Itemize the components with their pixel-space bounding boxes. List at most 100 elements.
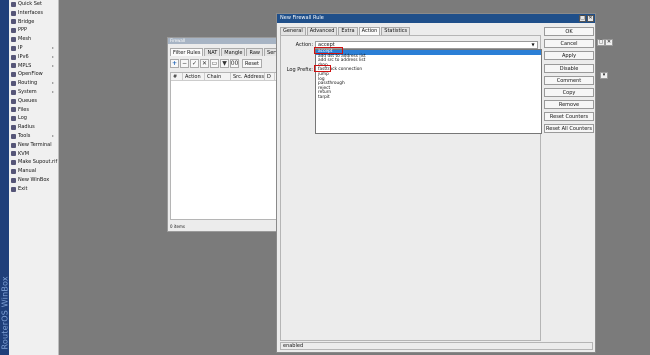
col-dst[interactable]: D [265, 73, 275, 80]
menu-item-label: Routing [18, 80, 38, 87]
menu-item-openflow[interactable]: OpenFlow [9, 70, 58, 79]
tab-action[interactable]: Action [358, 27, 381, 35]
action-option-tarpit[interactable]: tarpit [316, 95, 541, 101]
dialog-maximize-button[interactable]: □ [579, 15, 586, 22]
menu-item-mesh[interactable]: Mesh [9, 35, 58, 44]
dialog-tabs: General Advanced Extra Action Statistics [280, 27, 411, 35]
bridge-icon [11, 19, 16, 25]
col-chain[interactable]: Chain [205, 73, 231, 80]
remove-button[interactable]: Remove [544, 100, 594, 109]
highlight-drop-box [314, 65, 331, 72]
tab-raw[interactable]: Raw [246, 48, 264, 56]
disable-button[interactable]: Disable [544, 64, 594, 73]
menu-item-label: Manual [18, 168, 37, 175]
tab-nat[interactable]: NAT [204, 48, 221, 56]
reset-counters-button[interactable]: Reset [242, 58, 262, 68]
filter-button[interactable]: ▼ [220, 58, 229, 68]
menu-item-new-winbox[interactable]: New WinBox [9, 176, 58, 185]
menu-item-ipv6[interactable]: IPv6 ▸ [9, 53, 58, 62]
chevron-right-icon: ▸ [51, 80, 54, 86]
openflow-icon [11, 72, 16, 78]
menu-item-mpls[interactable]: MPLS ▸ [9, 62, 58, 71]
firewall-status: 0 items [170, 224, 185, 229]
menu-item-label: Make Supout.rif [18, 159, 58, 166]
menu-item-label: New Terminal [18, 141, 52, 148]
apply-button[interactable]: Apply [544, 51, 594, 60]
cancel-button[interactable]: Cancel [544, 39, 594, 48]
tab-general[interactable]: General [280, 27, 306, 35]
chevron-down-icon: ▾ [602, 72, 606, 78]
add-rule-button[interactable]: + [170, 58, 179, 68]
winbox-icon [11, 177, 16, 183]
tab-advanced[interactable]: Advanced [306, 27, 338, 35]
queues-icon [11, 98, 16, 104]
menu-item-label: Log [18, 115, 27, 122]
menu-item-ppp[interactable]: PPP [9, 26, 58, 35]
chevron-right-icon: ▸ [51, 132, 54, 138]
menu-item-quick-set[interactable]: Quick Set [9, 0, 58, 9]
menu-item-system[interactable]: System ▸ [9, 88, 58, 97]
menu-item-label: MPLS [18, 62, 32, 69]
tab-mangle[interactable]: Mangle [221, 48, 246, 56]
ok-button[interactable]: OK [544, 27, 594, 36]
col-number[interactable]: # [171, 73, 183, 80]
menu-item-log[interactable]: Log [9, 114, 58, 123]
menu-item-make-supout-rif[interactable]: Make Supout.rif [9, 158, 58, 167]
tab-statistics[interactable]: Statistics [381, 27, 411, 35]
exit-icon [11, 186, 16, 192]
enable-rule-button[interactable]: ✓ [190, 58, 199, 68]
reset-all-counters-button[interactable]: Reset All Counters [544, 124, 594, 133]
counter-icon: 00 [230, 59, 239, 67]
menu-item-bridge[interactable]: Bridge [9, 18, 58, 27]
kvm-icon [11, 151, 16, 157]
menu-item-radius[interactable]: Radius [9, 123, 58, 132]
chevron-right-icon: ▸ [51, 88, 54, 94]
menu-item-label: Mesh [18, 36, 32, 43]
dialog-title: New Firewall Rule [280, 15, 324, 21]
menu-item-exit[interactable]: Exit [9, 185, 58, 194]
tab-filter-rules[interactable]: Filter Rules [170, 48, 204, 56]
menu-item-manual[interactable]: Manual [9, 167, 58, 176]
disable-rule-button[interactable]: ✕ [200, 58, 209, 68]
menu-item-label: System [18, 88, 37, 95]
menu-item-kvm[interactable]: KVM [9, 150, 58, 159]
edge-close-button[interactable]: ✕ [605, 39, 613, 46]
desktop: Firewall Filter Rules NAT Mangle Raw Ser… [60, 0, 650, 355]
reset-counter-icon-button[interactable]: 00 [230, 58, 239, 68]
menu-item-queues[interactable]: Queues [9, 97, 58, 106]
copy-button[interactable]: Copy [544, 88, 594, 97]
check-icon: ✓ [191, 59, 198, 67]
menu-item-routing[interactable]: Routing ▸ [9, 79, 58, 88]
menu-item-interfaces[interactable]: Interfaces [9, 9, 58, 18]
chevron-down-icon[interactable]: ▼ [529, 42, 537, 48]
files-icon [11, 107, 16, 113]
cross-icon: ✕ [201, 59, 208, 67]
comment-rule-button[interactable]: ▭ [210, 58, 219, 68]
minimize-icon: ▢ [598, 39, 604, 45]
comment-button[interactable]: Comment [544, 76, 594, 85]
comment-icon: ▭ [211, 59, 218, 67]
action-select[interactable]: accept ▼ [315, 41, 538, 49]
menu-item-new-terminal[interactable]: New Terminal [9, 141, 58, 150]
menu-item-files[interactable]: Files [9, 106, 58, 115]
menu-item-ip[interactable]: IP ▸ [9, 44, 58, 53]
menu-item-label: Bridge [18, 18, 35, 25]
edge-dropdown-button[interactable]: ▾ [600, 72, 608, 79]
edge-minimize-button[interactable]: ▢ [597, 39, 605, 46]
dialog-close-button[interactable]: ✕ [587, 15, 594, 22]
interfaces-icon [11, 10, 16, 16]
minus-icon: − [181, 59, 188, 67]
menu-item-tools[interactable]: Tools ▸ [9, 132, 58, 141]
menu-item-label: PPP [18, 27, 28, 34]
dialog-title-bar: New Firewall Rule □ ✕ [277, 14, 595, 23]
routing-icon [11, 81, 16, 87]
supout-icon [11, 160, 16, 166]
reset-counters-button[interactable]: Reset Counters [544, 112, 594, 121]
col-src-address[interactable]: Src. Address [231, 73, 265, 80]
menu-item-label: New WinBox [18, 176, 50, 183]
menu-item-label: Queues [18, 97, 38, 104]
tab-extra[interactable]: Extra [338, 27, 358, 35]
highlight-accept-box [314, 47, 343, 54]
remove-rule-button[interactable]: − [180, 58, 189, 68]
col-action[interactable]: Action [183, 73, 205, 80]
